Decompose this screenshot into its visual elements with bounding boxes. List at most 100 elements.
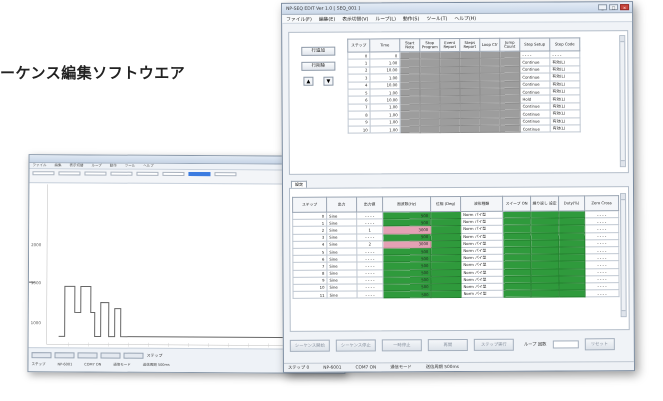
table-cell[interactable]: - - - - [519,51,550,59]
graph-menu-item[interactable]: ループ [91,163,102,168]
table-cell[interactable] [431,290,462,298]
table-cell[interactable]: 7 [348,103,371,112]
table-cell[interactable] [479,51,500,59]
table-cell[interactable] [480,95,501,104]
toolbar-field-selected[interactable] [188,172,211,177]
table-cell[interactable] [440,95,461,104]
stop-sequence-button[interactable]: シーケンス停止 [335,339,376,352]
toolbar-field[interactable] [136,171,159,176]
table-cell[interactable]: 有効(L) [550,124,581,133]
table-cell[interactable] [499,73,520,81]
table-cell[interactable]: 9 [348,118,371,126]
table-cell[interactable]: 5 [347,88,371,97]
tab-settings[interactable]: 設定 [290,180,308,188]
bottom-table-scrollbar[interactable] [620,193,627,318]
table-cell[interactable] [531,290,560,298]
table-cell[interactable] [420,110,441,119]
table-cell[interactable] [460,117,481,126]
table-cell[interactable] [399,66,420,74]
table-cell[interactable]: 有効(L) [550,95,581,103]
table-cell[interactable] [400,118,421,126]
table-cell[interactable] [500,117,521,126]
table-cell[interactable]: 1 [347,59,370,67]
table-cell[interactable]: 0 [369,51,400,60]
table-cell[interactable]: Continue [519,65,550,74]
table-cell[interactable]: 1.00 [369,59,400,67]
table-cell[interactable]: - - - - [585,289,620,298]
toolbar-field[interactable] [162,171,185,176]
table-cell[interactable]: Norm パイ型 [461,290,504,298]
graph-button[interactable] [77,352,98,359]
table-cell[interactable] [420,103,441,111]
menu-tools[interactable]: ツール(T) [426,15,447,22]
graph-button[interactable] [100,352,121,359]
table-cell[interactable]: 4 [347,81,370,90]
toolbar-field[interactable] [32,171,55,176]
move-down-button[interactable]: ▼ [323,76,334,86]
step-run-button[interactable]: ステップ実行 [473,338,514,351]
table-cell[interactable] [480,110,501,118]
table-cell[interactable]: Continue [520,110,551,118]
table-cell[interactable] [499,88,521,96]
table-cell[interactable]: 1.00 [369,88,401,97]
menu-file[interactable]: ファイル(F) [286,15,312,22]
table-cell[interactable] [399,51,420,60]
table-cell[interactable] [439,81,460,89]
table-cell[interactable]: 1.00 [370,125,401,134]
move-up-button[interactable]: ▲ [303,76,314,86]
table-cell[interactable]: 0 [347,51,370,60]
table-cell[interactable] [400,103,421,111]
delete-row-button[interactable]: 行削除 [301,61,336,71]
table-cell[interactable] [419,73,440,82]
table-cell[interactable] [459,51,480,59]
add-row-button[interactable]: 行追加 [301,46,336,56]
table-cell[interactable]: 10.00 [369,81,400,89]
table-cell[interactable]: Continue [519,80,550,89]
graph-button[interactable] [123,352,144,359]
table-cell[interactable]: 11 [293,291,328,299]
table-cell[interactable]: Continue [519,73,550,81]
table-cell[interactable] [399,73,420,82]
menu-help[interactable]: ヘルプ(H) [454,14,476,21]
table-cell[interactable] [479,80,500,89]
start-sequence-button[interactable]: シーケンス開始 [289,339,330,352]
table-cell[interactable]: 有効(L) [550,117,581,125]
table-cell[interactable] [439,58,460,67]
table-cell[interactable]: 10.00 [370,96,401,104]
table-cell[interactable] [459,58,480,67]
table-cell[interactable] [419,88,441,97]
toolbar-field[interactable] [58,171,81,176]
table-cell[interactable] [500,102,521,111]
top-table-scrollbar[interactable] [619,35,626,168]
toolbar-field[interactable] [84,171,107,176]
table-cell[interactable] [419,66,440,74]
table-cell[interactable]: 6 [348,96,371,104]
table-cell[interactable] [479,73,500,81]
table-cell[interactable] [480,125,501,133]
table-cell[interactable]: 有効(L) [549,65,580,74]
table-cell[interactable] [479,58,500,67]
table-cell[interactable] [440,118,461,126]
resume-button[interactable]: 再開 [427,338,468,352]
table-cell[interactable] [460,95,481,104]
table-cell[interactable]: 1.00 [369,73,400,82]
table-cell[interactable]: - - - - [357,290,384,299]
table-cell[interactable] [419,58,440,67]
table-cell[interactable] [439,66,460,74]
table-cell[interactable] [399,88,421,97]
table-cell[interactable] [559,289,586,298]
table-cell[interactable] [459,73,480,82]
table-cell[interactable]: 500 [383,290,432,299]
table-cell[interactable] [420,118,441,126]
table-cell[interactable]: 10 [348,125,371,134]
table-cell[interactable] [500,125,521,133]
table-cell[interactable] [499,80,520,89]
table-cell[interactable]: 有効(L) [549,87,581,96]
menu-action[interactable]: 動作(S) [403,15,419,22]
table-cell[interactable]: 有効(L) [549,80,580,88]
table-cell[interactable]: Continue [520,117,551,126]
table-cell[interactable]: Continue [520,102,551,111]
minimize-button[interactable]: _ [598,4,608,11]
toolbar-field[interactable] [214,172,237,177]
reset-button[interactable]: リセット [584,338,615,351]
